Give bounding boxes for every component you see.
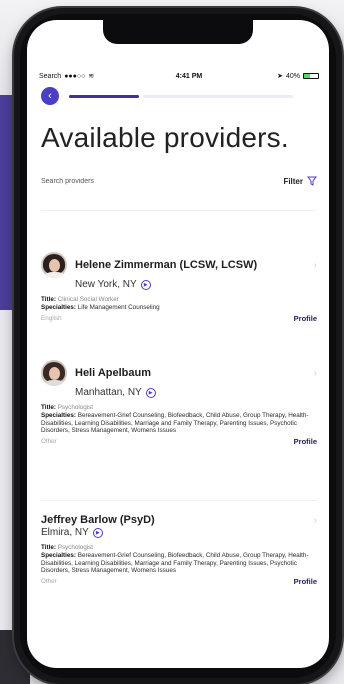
provider-specialties: Bereavement-Grief Counseling, Biofeedbac… xyxy=(41,411,309,435)
provider-title: Psychologist xyxy=(57,404,94,411)
avatar xyxy=(41,360,67,386)
chevron-right-icon: › xyxy=(313,259,317,271)
title-label: Title: xyxy=(41,544,56,551)
back-button[interactable]: ‹ xyxy=(41,87,59,105)
specialties-label: Specialties: xyxy=(41,411,76,419)
provider-location: Elmira, NY xyxy=(41,527,89,538)
profile-link[interactable]: Profile xyxy=(294,577,317,586)
profile-link[interactable]: Profile xyxy=(294,314,317,323)
chevron-right-icon: › xyxy=(313,514,317,526)
provider-title: Clinical Social Worker xyxy=(57,296,119,303)
video-call-icon: ▶ xyxy=(140,279,151,290)
filter-label: Filter xyxy=(283,176,303,186)
search-input[interactable] xyxy=(41,177,191,185)
funnel-icon xyxy=(307,176,317,186)
specialties-label: Specialties: xyxy=(41,303,76,311)
page-title: Available providers. xyxy=(41,122,289,153)
provider-location: Manhattan, NY xyxy=(75,387,142,398)
provider-location: New York, NY xyxy=(75,279,137,290)
battery-icon xyxy=(303,73,319,79)
location-icon: ➤ xyxy=(277,73,283,80)
provider-card[interactable]: Jeffrey Barlow (PsyD) › Elmira, NY ▶ Tit… xyxy=(41,514,317,586)
provider-name: Helene Zimmerman (LCSW, LCSW) xyxy=(75,259,258,271)
specialties-label: Specialties: xyxy=(41,551,76,559)
wifi-icon: ≋ xyxy=(88,73,95,80)
avatar xyxy=(41,252,67,278)
title-label: Title: xyxy=(41,404,56,411)
arrow-left-icon: ‹ xyxy=(48,90,52,102)
provider-card[interactable]: Heli Apelbaum › Manhattan, NY ▶ Title: P… xyxy=(41,360,317,446)
provider-name: Heli Apelbaum xyxy=(75,367,151,379)
provider-card[interactable]: Helene Zimmerman (LCSW, LCSW) › New York… xyxy=(41,252,317,323)
progress-bar-filled xyxy=(69,94,139,98)
provider-specialties: Bereavement-Grief Counseling, Biofeedbac… xyxy=(41,551,309,575)
status-bar: Search ●●●○○ ≋ 4:41 PM ➤ 40% xyxy=(39,70,319,82)
title-label: Title: xyxy=(41,296,56,303)
search-row: Filter xyxy=(41,174,317,188)
video-call-icon: ▶ xyxy=(145,387,156,398)
app-screen: Search ●●●○○ ≋ 4:41 PM ➤ 40% ‹ Available… xyxy=(27,20,329,668)
provider-title: Psychologist xyxy=(57,544,94,551)
status-back-app[interactable]: Search xyxy=(39,73,61,80)
nav-row: ‹ xyxy=(41,86,311,106)
divider xyxy=(41,500,317,501)
provider-language: Other xyxy=(41,578,57,586)
filter-button[interactable]: Filter xyxy=(283,176,317,186)
provider-language: Other xyxy=(41,438,57,446)
progress-bar-remaining xyxy=(143,94,293,98)
battery-percent: 40% xyxy=(285,72,300,80)
profile-link[interactable]: Profile xyxy=(294,437,317,446)
phone-notch xyxy=(103,20,253,44)
video-call-icon: ▶ xyxy=(92,527,103,538)
provider-language: English xyxy=(41,314,62,322)
signal-icon: ●●●○○ xyxy=(64,72,86,80)
divider xyxy=(41,210,317,211)
chevron-right-icon: › xyxy=(313,367,317,379)
provider-name: Jeffrey Barlow (PsyD) xyxy=(41,514,155,526)
provider-specialties: Life Management Counseling xyxy=(77,303,160,311)
status-time: 4:41 PM xyxy=(175,72,203,80)
